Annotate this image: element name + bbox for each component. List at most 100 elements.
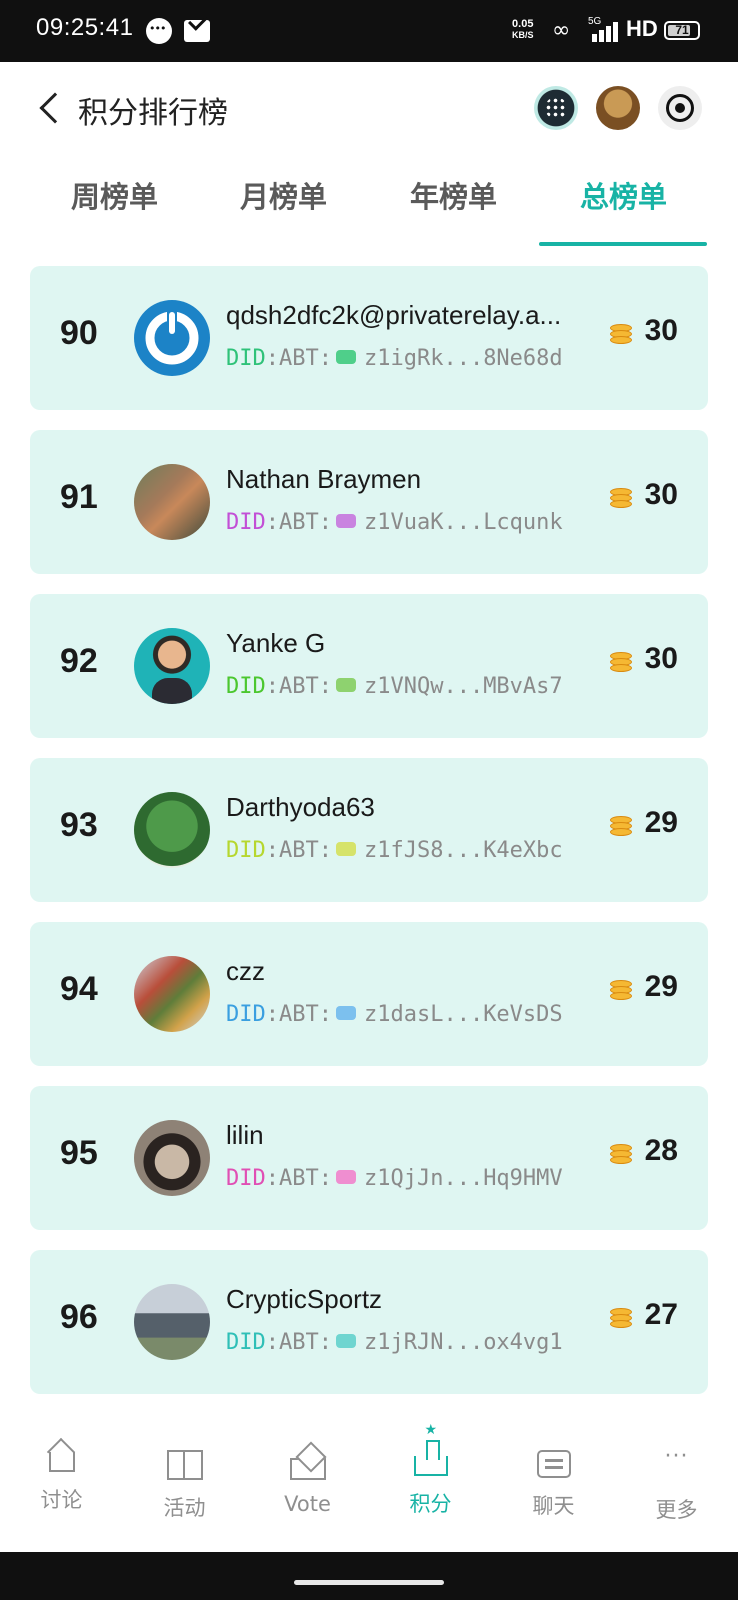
tab-weekly[interactable]: 周榜单	[30, 174, 199, 216]
rank-number: 91	[60, 478, 98, 516]
did-chip-icon	[335, 350, 356, 364]
did-prefix: DID	[226, 1002, 266, 1027]
leaderboard-row[interactable]: 90 qdsh2dfc2k@privaterelay.a... DID:ABT:…	[30, 266, 708, 410]
pixel-avatar[interactable]	[134, 956, 210, 1032]
leaderboard-row[interactable]: 91 Nathan Braymen DID:ABT: z1VuaK...Lcqun…	[30, 430, 708, 574]
did-method: :ABT:	[265, 838, 332, 863]
tab-monthly[interactable]: 月榜单	[199, 174, 368, 216]
did-method: :ABT:	[265, 510, 332, 535]
rank-number: 93	[60, 806, 98, 844]
did-prefix: DID	[226, 1330, 266, 1355]
did-method: :ABT:	[265, 674, 332, 699]
score-value: 28	[644, 1134, 678, 1167]
did-value: z1jRJN...ox4vg1	[363, 1330, 563, 1355]
did-prefix: DID	[226, 346, 266, 371]
tab-total[interactable]: 总榜单	[539, 174, 708, 216]
score-value: 30	[644, 478, 678, 511]
leaderboard-row[interactable]: 93 Darthyoda63 DID:ABT: z1fJS8...K4eXbc 2…	[30, 758, 708, 902]
did-chip-icon	[335, 514, 356, 528]
did-chip-icon	[335, 678, 356, 692]
rank-number: 90	[60, 314, 98, 352]
app-logo-icon[interactable]	[534, 86, 578, 130]
app-header: 积分排行榜	[0, 62, 738, 154]
cartoon-avatar[interactable]	[134, 628, 210, 704]
did-address: DID:ABT: z1VuaK...Lcqunk	[226, 510, 563, 535]
score-value: 27	[644, 1298, 678, 1331]
nav-label: 更多	[655, 1498, 698, 1522]
photo-avatar[interactable]	[134, 464, 210, 540]
tab-yearly[interactable]: 年榜单	[369, 174, 538, 216]
user-name: Nathan Braymen	[226, 464, 422, 494]
network-speed-value: 0.05	[512, 18, 534, 30]
nav-vote[interactable]: Vote	[246, 1434, 369, 1516]
user-name: qdsh2dfc2k@privaterelay.a...	[226, 300, 562, 330]
user-name: Yanke G	[226, 628, 326, 658]
user-avatar[interactable]	[596, 86, 640, 130]
nav-points[interactable]: 积分	[369, 1422, 492, 1518]
score-value: 30	[644, 642, 678, 675]
more-icon: ···	[664, 1444, 689, 1469]
coin-icon	[610, 1142, 632, 1164]
nav-label: 活动	[163, 1496, 206, 1520]
mini-program-close-icon[interactable]	[658, 86, 702, 130]
did-value: z1VNQw...MBvAs7	[363, 674, 563, 699]
leaderboard-tabs: 周榜单 月榜单 年榜单 总榜单	[0, 154, 738, 248]
did-value: z1VuaK...Lcqunk	[363, 510, 563, 535]
score-value: 29	[644, 806, 678, 839]
did-prefix: DID	[226, 1166, 266, 1191]
hotspot-icon: ∞	[552, 18, 571, 43]
gift-icon	[166, 1450, 203, 1480]
coin-icon	[610, 978, 632, 1000]
did-method: :ABT:	[265, 1002, 332, 1027]
active-tab-indicator	[539, 242, 707, 246]
did-chip-icon	[335, 1170, 356, 1184]
status-bar: 09:25:41 0.05 KB/S ∞ 5G HD 71	[0, 0, 738, 62]
did-address: DID:ABT: z1jRJN...ox4vg1	[226, 1330, 563, 1355]
portrait-avatar[interactable]	[134, 1120, 210, 1196]
user-name: CrypticSportz	[226, 1284, 383, 1314]
back-arrow-icon[interactable]	[39, 92, 71, 124]
score-value: 30	[644, 314, 678, 347]
frog-avatar[interactable]	[134, 792, 210, 868]
nav-chat[interactable]: 聊天	[492, 1434, 615, 1520]
rank-number: 95	[60, 1134, 98, 1172]
did-value: z1igRk...8Ne68d	[363, 346, 563, 371]
did-address: DID:ABT: z1fJS8...K4eXbc	[226, 838, 563, 863]
power-logo-avatar[interactable]	[134, 300, 210, 376]
did-address: DID:ABT: z1igRk...8Ne68d	[226, 346, 563, 371]
network-speed-unit: KB/S	[512, 30, 534, 40]
coin-icon	[610, 650, 632, 672]
nav-more[interactable]: ··· 更多	[615, 1434, 738, 1524]
ranking-icon	[413, 1422, 448, 1476]
mail-notification-icon	[184, 20, 210, 42]
coin-icon	[610, 486, 632, 508]
leaderboard-row[interactable]: 95 lilin DID:ABT: z1QjJn...Hq9HMV 28	[30, 1086, 708, 1230]
hd-indicator: HD	[626, 16, 658, 41]
did-value: z1QjJn...Hq9HMV	[363, 1166, 563, 1191]
status-time: 09:25:41	[36, 14, 134, 41]
nav-label: Vote	[284, 1492, 331, 1516]
car-avatar[interactable]	[134, 1284, 210, 1360]
leaderboard-row[interactable]: 92 Yanke G DID:ABT: z1VNQw...MBvAs7 30	[30, 594, 708, 738]
rank-number: 94	[60, 970, 98, 1008]
did-prefix: DID	[226, 510, 266, 535]
did-chip-icon	[335, 842, 356, 856]
coin-icon	[610, 1306, 632, 1328]
did-value: z1dasL...KeVsDS	[363, 1002, 563, 1027]
did-chip-icon	[335, 1334, 356, 1348]
leaderboard-row[interactable]: 96 CrypticSportz DID:ABT: z1jRJN...ox4vg1…	[30, 1250, 708, 1394]
nav-label: 积分	[409, 1492, 452, 1516]
did-prefix: DID	[226, 674, 266, 699]
nav-discussion[interactable]: 讨论	[0, 1434, 123, 1514]
did-address: DID:ABT: z1VNQw...MBvAs7	[226, 674, 563, 699]
coin-icon	[610, 814, 632, 836]
network-speed: 0.05 KB/S	[512, 19, 534, 41]
nav-activity[interactable]: 活动	[123, 1434, 246, 1522]
user-name: lilin	[226, 1120, 264, 1150]
nav-label: 讨论	[40, 1488, 83, 1512]
home-icon	[48, 1452, 75, 1472]
leaderboard-row[interactable]: 94 czz DID:ABT: z1dasL...KeVsDS 29	[30, 922, 708, 1066]
home-gesture-bar[interactable]	[294, 1580, 444, 1585]
signal-bars-icon	[592, 22, 620, 42]
rank-number: 96	[60, 1298, 98, 1336]
